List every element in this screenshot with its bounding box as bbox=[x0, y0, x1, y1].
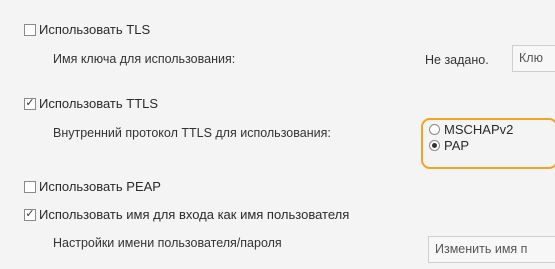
credentials-settings-label: Настройки имени пользователя/пароля bbox=[53, 236, 282, 250]
use-tls-row[interactable]: Использовать TLS bbox=[24, 22, 150, 37]
use-login-name-label: Использовать имя для входа как имя польз… bbox=[39, 207, 350, 222]
radio-pap-button[interactable] bbox=[429, 140, 440, 151]
use-login-name-checkbox[interactable]: ✓ bbox=[24, 208, 36, 221]
use-peap-row[interactable]: Использовать PEAP bbox=[24, 179, 161, 194]
use-peap-label: Использовать PEAP bbox=[39, 179, 161, 194]
radio-mschapv2-label: MSCHAPv2 bbox=[444, 122, 514, 137]
radio-mschapv2[interactable]: MSCHAPv2 bbox=[429, 122, 513, 137]
use-tls-label: Использовать TLS bbox=[39, 22, 151, 37]
radio-pap[interactable]: PAP bbox=[429, 138, 469, 153]
use-peap-checkbox[interactable] bbox=[24, 180, 36, 193]
key-name-label: Имя ключа для использования: bbox=[53, 52, 236, 66]
use-tls-checkbox[interactable] bbox=[24, 23, 36, 36]
ttls-protocol-label: Внутренний протокол TTLS для использован… bbox=[53, 126, 331, 140]
key-name-value: Не задано. bbox=[425, 53, 489, 67]
use-ttls-label: Использовать TTLS bbox=[39, 96, 159, 111]
use-login-name-row[interactable]: ✓ Использовать имя для входа как имя пол… bbox=[24, 207, 349, 222]
use-ttls-row[interactable]: ✓ Использовать TTLS bbox=[24, 96, 158, 111]
use-ttls-checkbox[interactable]: ✓ bbox=[24, 97, 36, 110]
radio-mschapv2-button[interactable] bbox=[429, 124, 440, 135]
key-select-button[interactable]: Клю bbox=[512, 45, 555, 72]
change-username-button[interactable]: Изменить имя п bbox=[428, 236, 555, 263]
radio-pap-label: PAP bbox=[444, 138, 470, 153]
